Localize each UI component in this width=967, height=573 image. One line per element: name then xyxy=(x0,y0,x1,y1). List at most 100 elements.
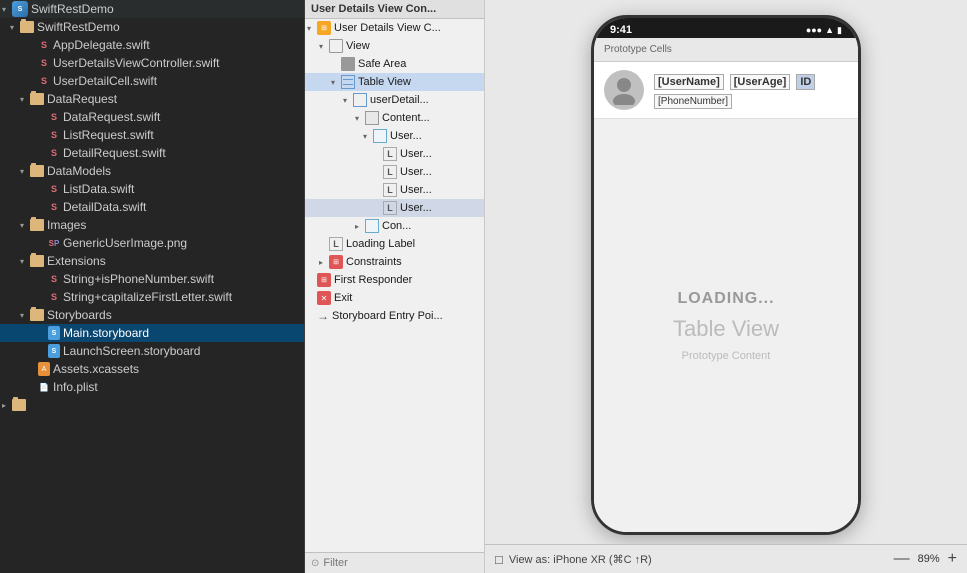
exit-icon: ✕ xyxy=(317,291,331,305)
scene-cv1[interactable]: User... xyxy=(305,127,484,145)
zoom-plus-button[interactable]: + xyxy=(948,550,957,568)
scene-content[interactable]: Content... xyxy=(305,109,484,127)
scene-label2[interactable]: User... xyxy=(305,163,484,181)
tree-file-detaildata[interactable]: DetailData.swift xyxy=(0,198,304,216)
tree-folder-extensions[interactable]: Extensions xyxy=(0,252,304,270)
scene-exit[interactable]: ✕ Exit xyxy=(305,289,484,307)
tree-folder-storyboards[interactable]: Storyboards xyxy=(0,306,304,324)
label-icon xyxy=(383,201,397,215)
user-avatar xyxy=(604,70,644,110)
tree-file-listdata[interactable]: ListData.swift xyxy=(0,180,304,198)
tree-file-userdetailsvc[interactable]: UserDetailsViewController.swift xyxy=(0,54,304,72)
scene-constraints[interactable]: ⊞ Constraints xyxy=(305,253,484,271)
tree-item-label: Images xyxy=(47,218,86,232)
tree-file-capitalizefirstletter[interactable]: String+capitalizeFirstLetter.swift xyxy=(0,288,304,306)
scene-view[interactable]: View xyxy=(305,37,484,55)
tableview-icon xyxy=(341,75,355,89)
tree-folder-images[interactable]: Images xyxy=(0,216,304,234)
folder-icon xyxy=(30,255,44,267)
zoom-percent-label: 89% xyxy=(918,553,940,565)
tree-file-isphonenumber[interactable]: String+isPhoneNumber.swift xyxy=(0,270,304,288)
tree-folder-datarequest[interactable]: DataRequest xyxy=(0,90,304,108)
safearea-icon xyxy=(341,57,355,71)
folder-icon xyxy=(30,309,44,321)
tree-item-label: Extensions xyxy=(47,254,106,268)
scene-item-label: Con... xyxy=(382,220,411,232)
folder-icon xyxy=(12,399,26,411)
scene-first-responder[interactable]: ⊞ First Responder xyxy=(305,271,484,289)
project-icon: S xyxy=(12,1,28,17)
tree-item-label: ListRequest.swift xyxy=(63,128,154,142)
content-icon xyxy=(365,111,379,125)
tree-item-label: Storyboards xyxy=(47,308,112,322)
folder-icon xyxy=(30,219,44,231)
scene-header: User Details View Con... xyxy=(305,0,484,19)
scene-label1[interactable]: User... xyxy=(305,145,484,163)
folder-icon xyxy=(20,21,34,33)
tree-folder-swiftrestdemo[interactable]: SwiftRestDemo xyxy=(0,18,304,36)
tree-file-appdelegate[interactable]: AppDelegate.swift xyxy=(0,36,304,54)
tree-item-label: UserDetailCell.swift xyxy=(53,74,157,88)
swift-icon xyxy=(38,56,50,70)
storyboard-icon: S xyxy=(48,344,60,358)
tree-file-detailrequest[interactable]: DetailRequest.swift xyxy=(0,144,304,162)
tree-file-userdetailcell[interactable]: UserDetailCell.swift xyxy=(0,72,304,90)
label-icon xyxy=(383,147,397,161)
scene-cv2[interactable]: Con... xyxy=(305,217,484,235)
scene-vc[interactable]: ⊞ User Details View C... xyxy=(305,19,484,37)
plist-icon: 📄 xyxy=(38,380,50,394)
folder-icon xyxy=(30,93,44,105)
device-icon: □ xyxy=(495,552,503,567)
folder-icon xyxy=(30,165,44,177)
scene-item-label: User... xyxy=(400,166,432,178)
tree-item-label: GenericUserImage.png xyxy=(63,236,187,250)
tableview-label: Table View xyxy=(673,316,779,342)
scene-loading-label[interactable]: Loading Label xyxy=(305,235,484,253)
tree-item-label: Info.plist xyxy=(53,380,98,394)
tree-folder-products[interactable] xyxy=(0,396,304,414)
toolbar-right: — 89% + xyxy=(894,550,957,568)
vc-icon: ⊞ xyxy=(317,21,331,35)
filter-input[interactable] xyxy=(323,557,478,569)
constraint-icon: ⊞ xyxy=(329,255,343,269)
tree-folder-datamodels[interactable]: DataModels xyxy=(0,162,304,180)
swift-icon xyxy=(38,38,50,52)
iphone-preview: 9:41 ●●● ▲ ▮ Prototype Cells xyxy=(591,15,861,535)
chevron-icon xyxy=(319,42,329,51)
scene-safearea[interactable]: Safe Area xyxy=(305,55,484,73)
swift-icon xyxy=(48,200,60,214)
swift-icon xyxy=(48,182,60,196)
tree-item-label: SwiftRestDemo xyxy=(31,2,114,16)
toolbar-left: □ View as: iPhone XR (⌘C ↑R) xyxy=(495,552,652,567)
tree-item-label: DataModels xyxy=(47,164,111,178)
chevron-icon xyxy=(10,23,20,32)
tree-root-item[interactable]: S SwiftRestDemo xyxy=(0,0,304,18)
tree-item-label: SwiftRestDemo xyxy=(37,20,120,34)
scene-item-label: userDetail... xyxy=(370,94,429,106)
tree-item-label: DetailData.swift xyxy=(63,200,146,214)
scene-header-title: User Details View Con... xyxy=(311,3,436,15)
chevron-icon xyxy=(20,167,30,176)
tree-file-infoplist[interactable]: 📄 Info.plist xyxy=(0,378,304,396)
tree-file-listrequest[interactable]: ListRequest.swift xyxy=(0,126,304,144)
swift-icon xyxy=(48,128,60,142)
tree-file-genericuserimage[interactable]: P GenericUserImage.png xyxy=(0,234,304,252)
scene-item-label: Constraints xyxy=(346,256,402,268)
zoom-minus-button[interactable]: — xyxy=(894,550,910,568)
tree-file-launchscreen[interactable]: S LaunchScreen.storyboard xyxy=(0,342,304,360)
scene-label4[interactable]: User... xyxy=(305,199,484,217)
scene-tableview[interactable]: Table View xyxy=(305,73,484,91)
tree-file-mainstoryboard[interactable]: S Main.storyboard xyxy=(0,324,304,342)
iphone-content: Prototype Cells [UserName] [UserAge] ID xyxy=(594,38,858,532)
scene-label3[interactable]: User... xyxy=(305,181,484,199)
scene-item-label: User... xyxy=(400,184,432,196)
chevron-icon xyxy=(20,257,30,266)
scene-hierarchy: User Details View Con... ⊞ User Details … xyxy=(305,0,485,573)
tree-file-assets[interactable]: A Assets.xcassets xyxy=(0,360,304,378)
scene-cell[interactable]: userDetail... xyxy=(305,91,484,109)
notch-pill xyxy=(691,18,761,34)
scene-item-label: User... xyxy=(400,202,432,214)
scene-entry-point[interactable]: → Storyboard Entry Poi... xyxy=(305,307,484,325)
tree-file-datarequest[interactable]: DataRequest.swift xyxy=(0,108,304,126)
scene-item-label: First Responder xyxy=(334,274,412,286)
